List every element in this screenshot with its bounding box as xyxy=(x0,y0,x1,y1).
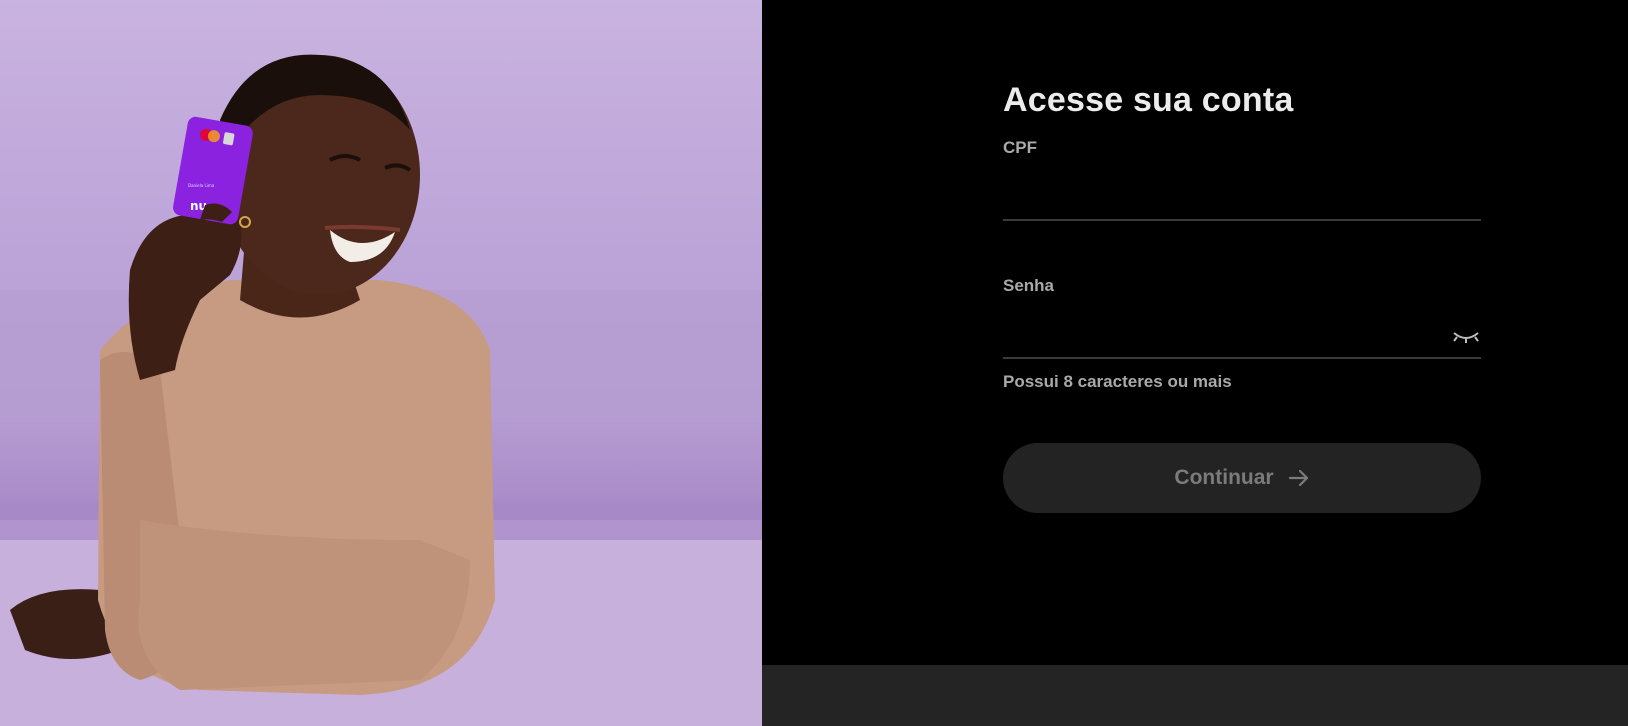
login-form: Acesse sua conta CPF Senha Possui 8 cara… xyxy=(1003,76,1481,513)
password-field-container xyxy=(1003,315,1481,359)
page-title: Acesse sua conta xyxy=(1003,81,1294,119)
password-input[interactable] xyxy=(1003,315,1423,355)
card-name-text: Daniela Lima xyxy=(188,183,215,188)
login-panel: Acesse sua conta CPF Senha Possui 8 cara… xyxy=(762,0,1628,726)
footer-bar xyxy=(762,665,1628,726)
password-hint: Possui 8 caracteres ou mais xyxy=(1003,372,1232,391)
continue-button-label: Continuar xyxy=(1174,466,1274,489)
login-page: nu Daniela Lima Acesse sua conta CPF Sen… xyxy=(0,0,1628,726)
arrow-right-icon xyxy=(1288,469,1310,487)
cpf-input[interactable] xyxy=(1003,177,1481,217)
cpf-label: CPF xyxy=(1003,138,1037,157)
eye-closed-icon[interactable] xyxy=(1451,327,1481,347)
cpf-field-container xyxy=(1003,177,1481,221)
continue-button[interactable]: Continuar xyxy=(1003,443,1481,513)
hero-illustration: nu Daniela Lima xyxy=(0,54,762,726)
password-label: Senha xyxy=(1003,276,1055,295)
hero-image: nu Daniela Lima xyxy=(0,0,762,726)
